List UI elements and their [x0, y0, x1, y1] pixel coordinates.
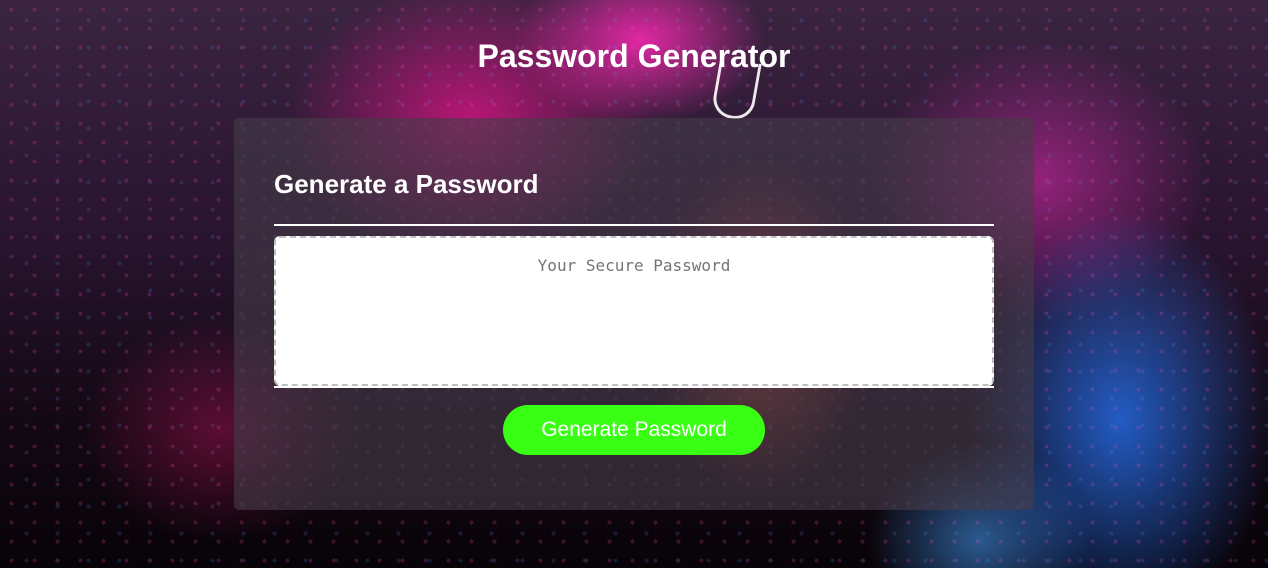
generate-password-button[interactable]: Generate Password	[503, 405, 765, 455]
page-title: Password Generator	[477, 38, 791, 74]
page-header: Password Generator	[0, 38, 1268, 75]
password-output-field[interactable]	[274, 236, 994, 386]
password-card: Generate a Password Generate Password	[234, 118, 1034, 510]
card-title: Generate a Password	[274, 169, 539, 199]
card-footer: Generate Password	[274, 388, 994, 455]
card-header: Generate a Password	[274, 118, 994, 226]
card-body	[274, 226, 994, 388]
